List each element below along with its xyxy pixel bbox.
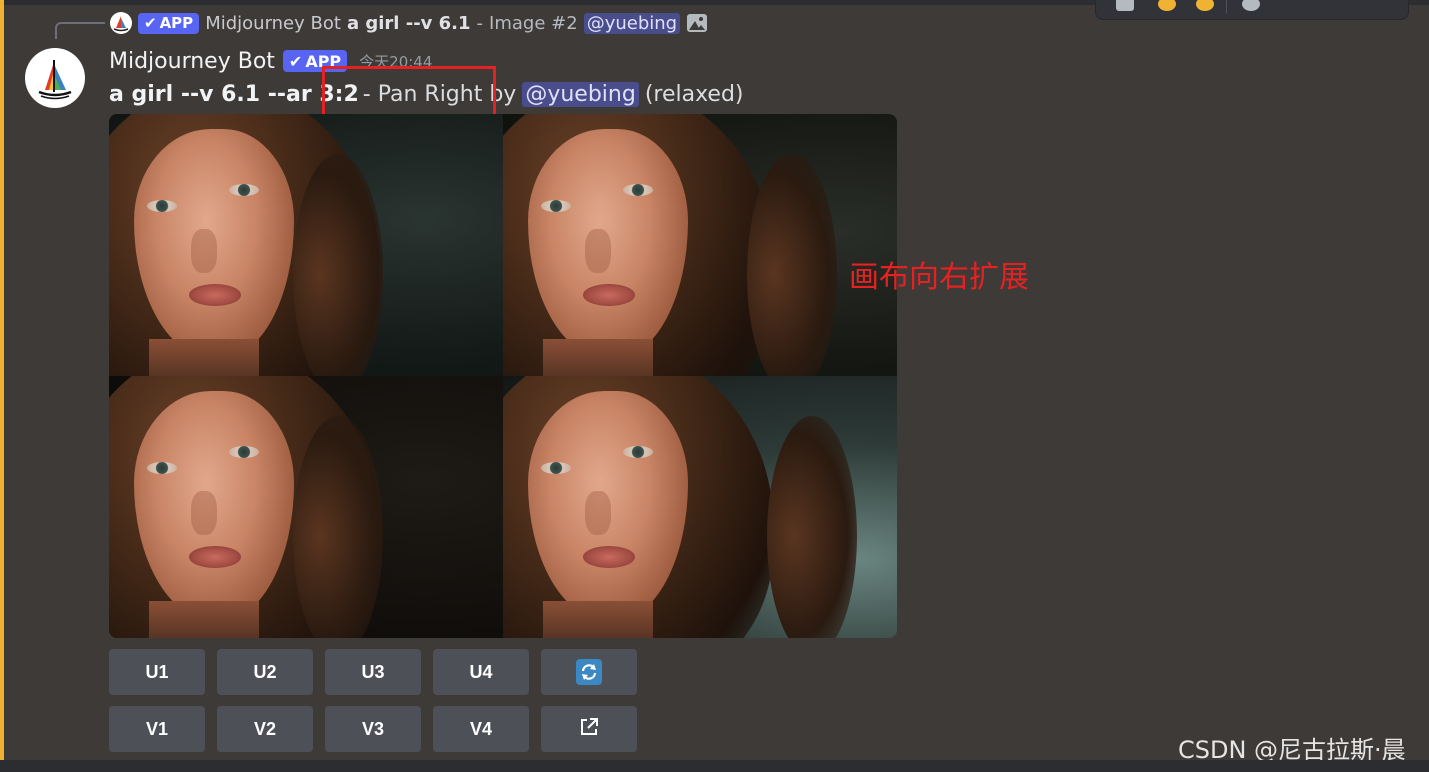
upscale-3-button[interactable]: U3 xyxy=(325,649,421,695)
image-quadrant-4 xyxy=(503,376,897,638)
reply-prompt: a girl --v 6.1 xyxy=(346,12,471,34)
generated-image-grid[interactable] xyxy=(109,114,897,638)
upscale-2-button[interactable]: U2 xyxy=(217,649,313,695)
reply-spine xyxy=(55,22,105,39)
toolbar-divider xyxy=(1226,0,1227,13)
check-icon: ✔ xyxy=(288,51,303,71)
reply-avatar[interactable] xyxy=(110,12,132,34)
external-link-icon xyxy=(578,716,600,743)
reply-image-ref: Image #2 xyxy=(489,12,578,34)
image-quadrant-1 xyxy=(109,114,503,376)
refresh-icon xyxy=(576,659,602,685)
reply-mention[interactable]: @yuebing xyxy=(583,12,681,34)
image-icon xyxy=(686,13,708,33)
emoji-icon[interactable] xyxy=(1158,0,1176,11)
check-icon: ✔ xyxy=(144,14,157,32)
status-text: (relaxed) xyxy=(644,81,744,107)
avatar[interactable] xyxy=(25,48,85,108)
reply-app-badge: ✔ APP xyxy=(138,12,200,34)
variation-3-button[interactable]: V3 xyxy=(325,706,421,752)
upscale-4-button[interactable]: U4 xyxy=(433,649,529,695)
message-hover-toolbar xyxy=(1095,0,1409,20)
variation-2-button[interactable]: V2 xyxy=(217,706,313,752)
emoji-icon-2[interactable] xyxy=(1196,0,1214,11)
variation-4-button[interactable]: V4 xyxy=(433,706,529,752)
image-quadrant-3 xyxy=(109,376,503,638)
reply-separator: - xyxy=(476,12,484,34)
image-quadrant-2 xyxy=(503,114,897,376)
reaction-icon[interactable] xyxy=(1116,0,1134,11)
variation-1-button[interactable]: V1 xyxy=(109,706,205,752)
bottom-edge xyxy=(0,760,1429,772)
annotation-text: 画布向右扩展 xyxy=(849,260,1029,295)
more-icon[interactable] xyxy=(1242,0,1260,11)
reroll-button[interactable] xyxy=(541,649,637,695)
open-web-button[interactable] xyxy=(541,706,637,752)
reply-reference[interactable]: ✔ APP Midjourney Bot a girl --v 6.1 - Im… xyxy=(110,10,708,36)
author-name[interactable]: Midjourney Bot xyxy=(109,49,275,74)
upscale-1-button[interactable]: U1 xyxy=(109,649,205,695)
mention-accent-bar xyxy=(0,0,4,760)
user-mention[interactable]: @yuebing xyxy=(522,81,639,107)
reply-author[interactable]: Midjourney Bot xyxy=(205,13,341,34)
